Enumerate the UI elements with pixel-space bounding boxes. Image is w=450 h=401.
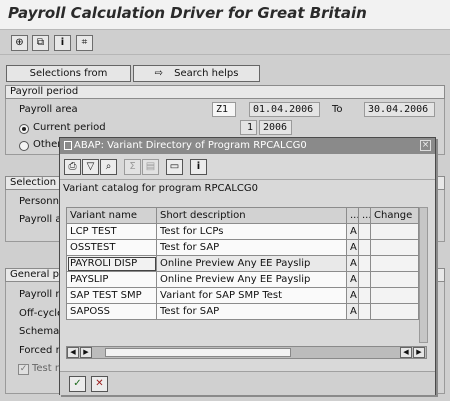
other-period-radio[interactable]: [19, 141, 29, 151]
variant-table: Variant name Short description ... ... C…: [66, 207, 419, 320]
schema-label: Schema: [19, 326, 60, 337]
payroll-period-header: Payroll period: [5, 85, 445, 99]
variant-name-cell[interactable]: PAYROLI DISP: [66, 255, 157, 272]
variant-name-cell[interactable]: SAP TEST SMP: [66, 287, 157, 304]
payroll-area-input[interactable]: Z1: [212, 102, 236, 117]
vertical-scrollbar[interactable]: [419, 207, 428, 343]
variant-name-cell[interactable]: OSSTEST: [66, 239, 157, 256]
column-header[interactable]: Short description: [156, 207, 347, 224]
test-run-checkbox[interactable]: ✓: [18, 364, 29, 375]
payroll-area-selection-label: Payroll a: [19, 214, 62, 225]
off-cycle-label: Off-cycle: [19, 308, 64, 319]
short-description-cell: Online Preview Any EE Payslip: [156, 255, 347, 272]
other-period-label: Other: [33, 139, 62, 150]
empty-cell: [358, 287, 371, 304]
scroll-thumb[interactable]: [105, 348, 291, 357]
cancel-icon[interactable]: ✕: [91, 376, 108, 392]
window-icon: [64, 141, 72, 150]
sum-icon: Σ: [124, 159, 141, 175]
variant-name-cell[interactable]: SAPOSS: [66, 303, 157, 320]
scroll-prev-icon[interactable]: ◀: [400, 347, 412, 358]
short-description-cell: Test for LCPs: [156, 223, 347, 240]
payroll-area-label: Payroll area: [19, 104, 78, 115]
change-cell: [370, 303, 419, 320]
get-variant-icon[interactable]: ⧉: [32, 35, 49, 51]
column-header[interactable]: Variant name: [66, 207, 157, 224]
horizontal-scrollbar[interactable]: ◀ ▶ ◀ ▶: [66, 346, 427, 359]
current-period-label: Current period: [33, 122, 106, 133]
view-icon[interactable]: ▭: [166, 159, 183, 175]
flag-cell: A: [346, 303, 359, 320]
table-row[interactable]: LCP TEST Test for LCPs A: [66, 223, 419, 240]
scroll-right-icon[interactable]: ▶: [413, 347, 425, 358]
change-cell: [370, 223, 419, 240]
filter-icon[interactable]: ▽: [82, 159, 99, 175]
short-description-cell: Online Preview Any EE Payslip: [156, 271, 347, 288]
close-icon[interactable]: ×: [420, 140, 431, 151]
change-cell: [370, 239, 419, 256]
personnel-number-label: Personn: [19, 196, 59, 207]
column-header[interactable]: ...: [346, 207, 359, 224]
column-header[interactable]: ...: [358, 207, 371, 224]
flag-cell: A: [346, 239, 359, 256]
variant-name-cell[interactable]: LCP TEST: [66, 223, 157, 240]
application-toolbar: ⊕ ⧉ i ⌗: [0, 31, 450, 55]
dialog-info-icon[interactable]: i: [190, 159, 207, 175]
empty-cell: [358, 303, 371, 320]
table-row-selected[interactable]: PAYROLI DISP Online Preview Any EE Paysl…: [66, 255, 419, 272]
dialog-title: ABAP: Variant Directory of Program RPCAL…: [74, 140, 307, 151]
table-row[interactable]: SAP TEST SMP Variant for SAP SMP Test A: [66, 287, 419, 304]
info-icon[interactable]: i: [54, 35, 71, 51]
flag-cell: A: [346, 223, 359, 240]
empty-cell: [358, 271, 371, 288]
search-helps-button[interactable]: ⇨ Search helps: [133, 65, 260, 82]
arrow-right-icon: ⇨: [154, 68, 163, 79]
current-period-radio[interactable]: [19, 124, 29, 134]
payroll-reason-label: Payroll r: [19, 289, 60, 300]
variant-catalog-caption: Variant catalog for program RPCALCG0: [63, 183, 259, 194]
table-row[interactable]: PAYSLIP Online Preview Any EE Payslip A: [66, 271, 419, 288]
dialog-button-bar: ✓ ✕: [60, 371, 435, 395]
empty-cell: [358, 239, 371, 256]
period-start-date: 01.04.2006: [249, 102, 320, 117]
selections-from-button[interactable]: Selections from: [6, 65, 131, 82]
table-header-row: Variant name Short description ... ... C…: [66, 207, 419, 224]
check-icon[interactable]: ✓: [69, 376, 86, 392]
to-label: To: [332, 104, 343, 115]
empty-cell: [358, 255, 371, 272]
execute-icon[interactable]: ⊕: [11, 35, 28, 51]
search-helps-label: Search helps: [174, 68, 239, 79]
short-description-cell: Variant for SAP SMP Test: [156, 287, 347, 304]
short-description-cell: Test for SAP: [156, 239, 347, 256]
change-cell: [370, 271, 419, 288]
dialog-toolbar: ⎙ ▽ ⌕ Σ ▤ ▭ i: [60, 154, 435, 180]
find-icon[interactable]: ⌕: [100, 159, 117, 175]
short-description-cell: Test for SAP: [156, 303, 347, 320]
forced-retro-label: Forced r: [19, 345, 60, 356]
change-cell: [370, 287, 419, 304]
period-year: 2006: [259, 120, 292, 135]
variant-name-cell[interactable]: PAYSLIP: [66, 271, 157, 288]
period-end-date: 30.04.2006: [364, 102, 435, 117]
empty-cell: [358, 223, 371, 240]
flag-cell: A: [346, 287, 359, 304]
subtotal-icon: ▤: [142, 159, 159, 175]
print-icon[interactable]: ⎙: [64, 159, 81, 175]
page-title: Payroll Calculation Driver for Great Bri…: [8, 4, 367, 22]
table-row[interactable]: SAPOSS Test for SAP A: [66, 303, 419, 320]
change-cell: [370, 255, 419, 272]
flag-cell: A: [346, 255, 359, 272]
table-row[interactable]: OSSTEST Test for SAP A: [66, 239, 419, 256]
column-header[interactable]: Change: [370, 207, 419, 224]
flag-cell: A: [346, 271, 359, 288]
test-run-label: Test r: [32, 363, 59, 374]
period-number: 1: [240, 120, 257, 135]
window-title-bar: Payroll Calculation Driver for Great Bri…: [0, 0, 450, 30]
scroll-first-icon[interactable]: ◀: [67, 347, 79, 358]
dialog-title-bar: ABAP: Variant Directory of Program RPCAL…: [60, 138, 435, 154]
variant-directory-dialog: ABAP: Variant Directory of Program RPCAL…: [59, 137, 436, 395]
fullscreen-icon[interactable]: ⌗: [76, 35, 93, 51]
scroll-left-icon[interactable]: ▶: [80, 347, 92, 358]
